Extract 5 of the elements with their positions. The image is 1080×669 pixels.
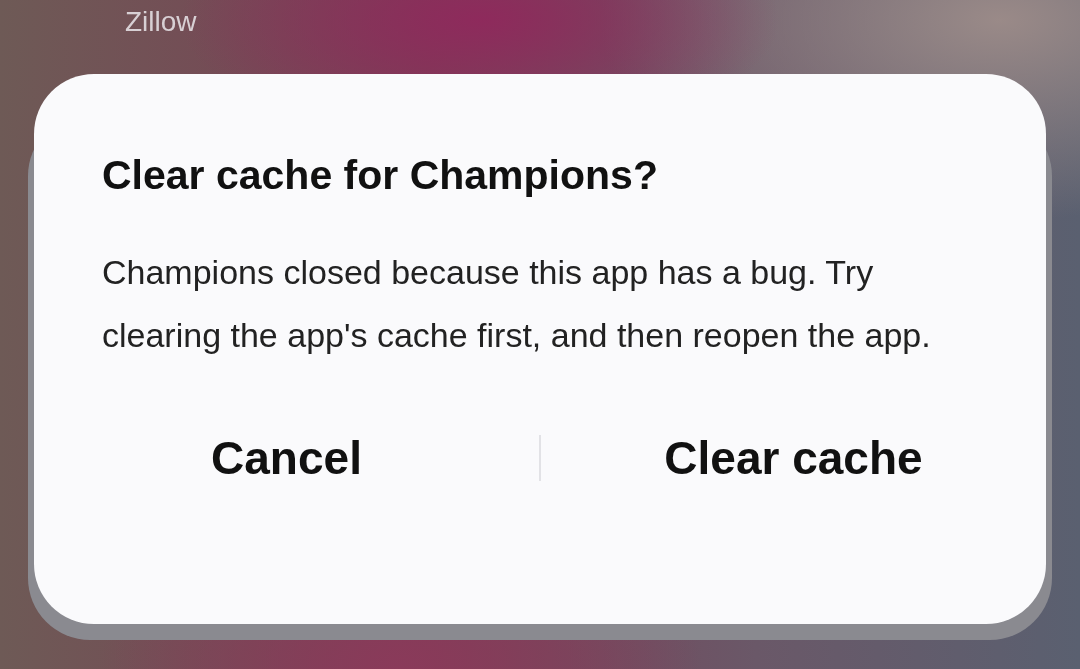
dialog-button[interactable]: Cancel xyxy=(201,427,372,489)
dialog-button[interactable]: Clear cache xyxy=(654,427,933,489)
app-label: Zillow xyxy=(125,6,197,39)
dialog-title: Clear cache for Champions? xyxy=(102,152,658,199)
dialog-message: Champions closed because this app has a bug. Try clearing the app's cache first, and then reopen the app. xyxy=(102,252,932,356)
